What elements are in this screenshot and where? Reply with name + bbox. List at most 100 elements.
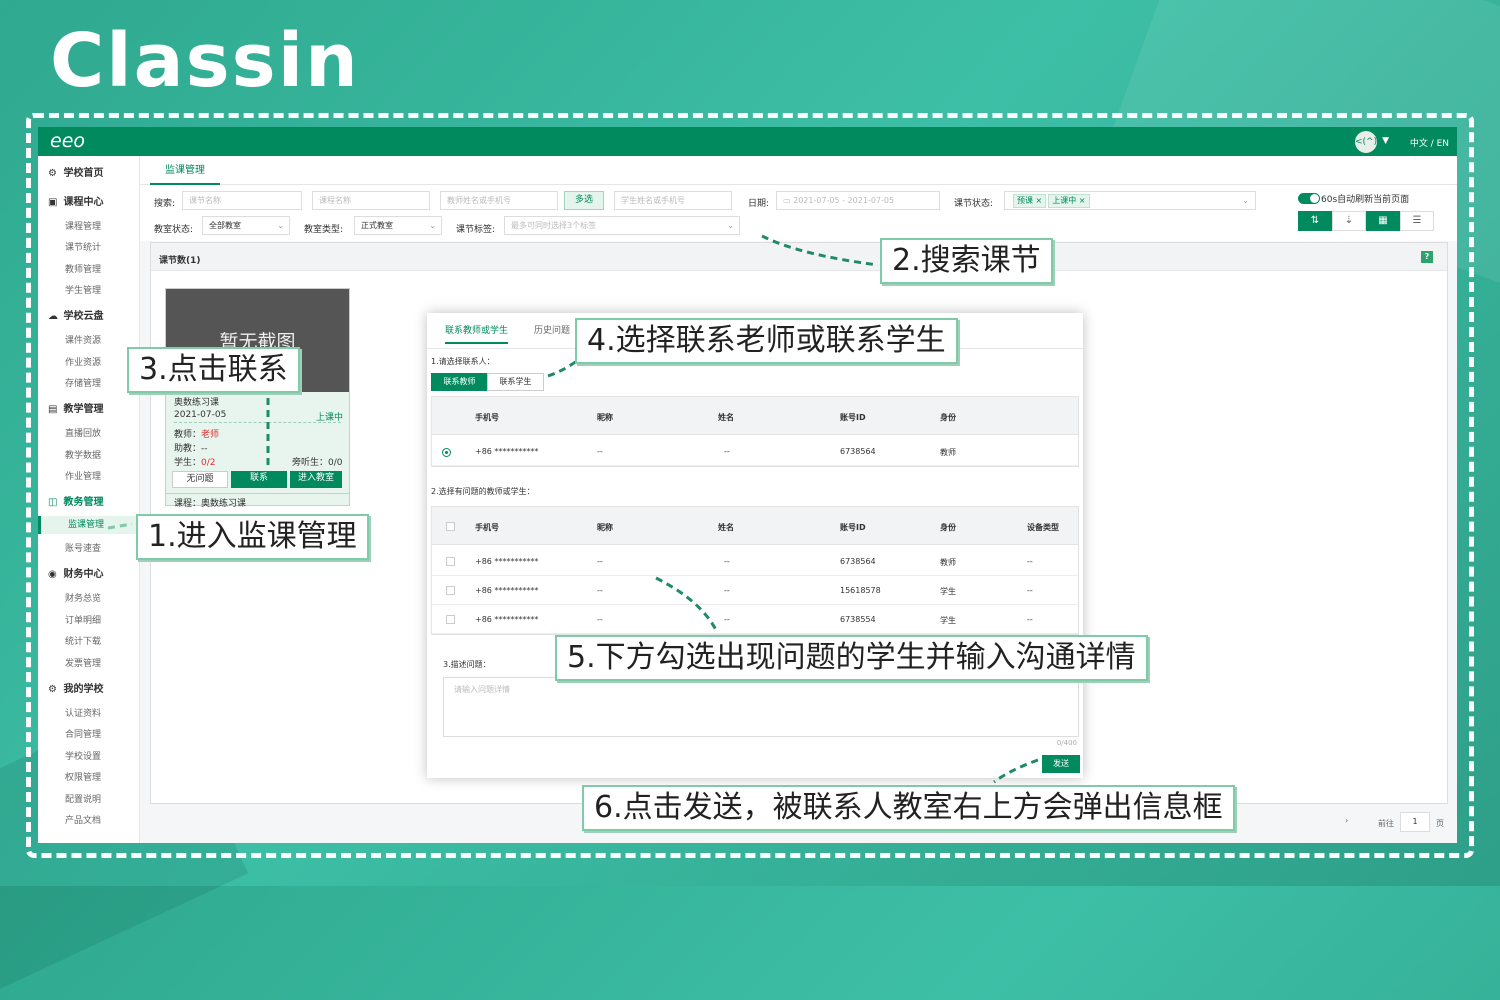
- sidebar-section-courses[interactable]: ▣ 课程中心: [48, 193, 103, 208]
- row-checkbox[interactable]: [446, 615, 455, 624]
- course-count: 课节数(1): [159, 256, 201, 266]
- sidebar-item[interactable]: 认证资料: [65, 706, 101, 719]
- sidebar-item[interactable]: 配置说明: [65, 792, 101, 805]
- board-icon: ▤: [48, 404, 58, 415]
- panel-header: 课节数(1)?: [151, 243, 1447, 271]
- select-all-checkbox[interactable]: [446, 522, 455, 531]
- room-type-select[interactable]: 正式教室 ⌄: [354, 216, 442, 235]
- table-row[interactable]: +86 *********** -- -- 6738564 教师 --: [432, 547, 1078, 576]
- sidebar-item[interactable]: 订单明细: [65, 613, 101, 626]
- table-row[interactable]: +86 *********** -- -- 6738564 教师: [432, 437, 1078, 466]
- sidebar-section-academic[interactable]: ◫ 教务管理: [48, 493, 103, 508]
- page-input[interactable]: 1: [1400, 812, 1430, 832]
- table-header: 手机号 昵称 姓名 账号ID 身份: [432, 397, 1078, 435]
- sidebar-item[interactable]: 作业资源: [65, 355, 101, 368]
- contact-dialog: 联系教师或学生 历史问题 1.请选择联系人： 联系教师 联系学生 手机号 昵称 …: [427, 313, 1083, 778]
- enter-classroom-button[interactable]: 进入教室: [290, 471, 342, 488]
- multi-select-button[interactable]: 多选: [564, 191, 604, 210]
- class-name-input[interactable]: 课程名称: [312, 191, 430, 210]
- sidebar-item-monitor[interactable]: 监课管理: [38, 516, 140, 534]
- room-state-label: 教室状态:: [154, 225, 194, 235]
- chevron-down-icon[interactable]: ▼: [1382, 136, 1389, 146]
- status-select[interactable]: 预课 × 上课中 × ⌄: [1004, 191, 1256, 210]
- sidebar-item[interactable]: 课件资源: [65, 333, 101, 346]
- sidebar-section-home[interactable]: ⚙ 学校首页: [48, 164, 103, 179]
- radio-selected[interactable]: [442, 448, 451, 457]
- no-issue-button[interactable]: 无问题: [172, 471, 228, 488]
- chart-icon: ◫: [48, 497, 58, 508]
- sidebar-item[interactable]: 存储管理: [65, 376, 101, 389]
- student-line: 学生：0/2: [174, 458, 216, 468]
- grid-view-button[interactable]: ▦: [1366, 211, 1400, 231]
- cloud-icon: ☁: [48, 311, 58, 322]
- contact-student-button[interactable]: 联系学生: [487, 373, 544, 391]
- step1-label: 1.请选择联系人：: [431, 357, 495, 366]
- tab-contact[interactable]: 联系教师或学生: [445, 323, 509, 344]
- avatar[interactable]: <(^)>: [1355, 131, 1385, 153]
- pager-arrow[interactable]: ›: [1345, 816, 1348, 825]
- contact-button[interactable]: 联系: [231, 471, 287, 488]
- auto-refresh-toggle[interactable]: [1298, 193, 1320, 204]
- eeo-logo: eeo: [50, 130, 86, 152]
- sidebar-section-finance[interactable]: ◉ 财务中心: [48, 565, 103, 580]
- divider: [174, 422, 341, 423]
- callout-step1: 1.进入监课管理: [136, 514, 369, 560]
- room-state-select[interactable]: 全部教室 ⌄: [202, 216, 290, 235]
- table-header: 手机号 昵称 姓名 账号ID 身份 设备类型: [432, 507, 1078, 545]
- tab-monitor[interactable]: 监课管理: [150, 156, 220, 185]
- sidebar-item[interactable]: 教师管理: [65, 262, 101, 275]
- sidebar-item[interactable]: 课程管理: [65, 219, 101, 232]
- send-button[interactable]: 发送: [1042, 755, 1080, 773]
- sort-desc-button[interactable]: ⇣: [1332, 211, 1366, 231]
- status-tag[interactable]: 上课中 ×: [1048, 194, 1090, 208]
- sidebar-section-cloud[interactable]: ☁ 学校云盘: [48, 307, 103, 322]
- help-icon[interactable]: ?: [1421, 251, 1433, 263]
- language-switch[interactable]: 中文 / EN: [1410, 136, 1449, 149]
- sidebar-item[interactable]: 财务总览: [65, 591, 101, 604]
- teacher-line: 教师：老师: [174, 430, 220, 440]
- teacher-input[interactable]: 教师姓名或手机号: [440, 191, 558, 210]
- date-range-input[interactable]: ▭ 2021-07-05 - 2021-07-05: [776, 191, 940, 210]
- sidebar-item[interactable]: 学校设置: [65, 749, 101, 762]
- sidebar-item[interactable]: 统计下载: [65, 634, 101, 647]
- calendar-icon: ▭: [783, 196, 794, 205]
- contact-teacher-button[interactable]: 联系教师: [431, 373, 488, 391]
- sidebar-item[interactable]: 作业管理: [65, 469, 101, 482]
- sidebar-section-teaching[interactable]: ▤ 教学管理: [48, 400, 103, 415]
- sidebar-item[interactable]: 教学数据: [65, 448, 101, 461]
- course-tag-select[interactable]: 最多可同时选择3个标签 ⌄: [504, 216, 740, 235]
- contact-table: 手机号 昵称 姓名 账号ID 身份 +86 *********** -- -- …: [431, 396, 1079, 467]
- row-checkbox[interactable]: [446, 586, 455, 595]
- list-view-button[interactable]: ☰: [1400, 211, 1434, 231]
- classin-logo: Classin: [50, 18, 360, 104]
- sidebar-section-school[interactable]: ⚙ 我的学校: [48, 680, 103, 695]
- sidebar-item[interactable]: 发票管理: [65, 656, 101, 669]
- problem-textarea[interactable]: 请输入问题详情: [443, 677, 1079, 737]
- course-card: 暂无截图 奥数练习课 2021-07-05 上课中 教师：老师 助教：-- 学生…: [165, 288, 350, 509]
- problem-table: 手机号 昵称 姓名 账号ID 身份 设备类型 +86 *********** -…: [431, 506, 1079, 635]
- sidebar-item[interactable]: 权限管理: [65, 770, 101, 783]
- sidebar-item[interactable]: 学生管理: [65, 283, 101, 296]
- row-checkbox[interactable]: [446, 557, 455, 566]
- chevron-down-icon: ⌄: [429, 221, 436, 230]
- table-row[interactable]: +86 *********** -- -- 6738554 学生 --: [432, 605, 1078, 634]
- callout-step3: 3.点击联系: [127, 347, 300, 393]
- top-bar: eeo <(^)> ▼ 中文 / EN: [38, 127, 1457, 156]
- status-tag[interactable]: 预课 ×: [1013, 194, 1047, 208]
- assistant-line: 助教：--: [174, 444, 208, 454]
- tab-bar: 监课管理: [140, 156, 1457, 185]
- sort-asc-button[interactable]: ⇅: [1298, 211, 1332, 231]
- calendar-icon: ▣: [48, 197, 58, 208]
- step3-label: 3.描述问题：: [443, 660, 491, 669]
- table-row[interactable]: +86 *********** -- -- 15618578 学生 --: [432, 576, 1078, 605]
- sidebar-item[interactable]: 课节统计: [65, 240, 101, 253]
- sidebar-item[interactable]: 直播回放: [65, 426, 101, 439]
- sidebar-item[interactable]: 账号速查: [65, 541, 101, 554]
- sidebar-item[interactable]: 产品文档: [65, 813, 101, 826]
- tab-history[interactable]: 历史问题: [534, 323, 570, 342]
- sidebar-item[interactable]: 合同管理: [65, 727, 101, 740]
- student-input[interactable]: 学生姓名或手机号: [614, 191, 732, 210]
- status-label: 课节状态:: [954, 199, 994, 209]
- course-name-input[interactable]: 课节名称: [182, 191, 302, 210]
- pager-goto-label: 前往: [1378, 819, 1394, 828]
